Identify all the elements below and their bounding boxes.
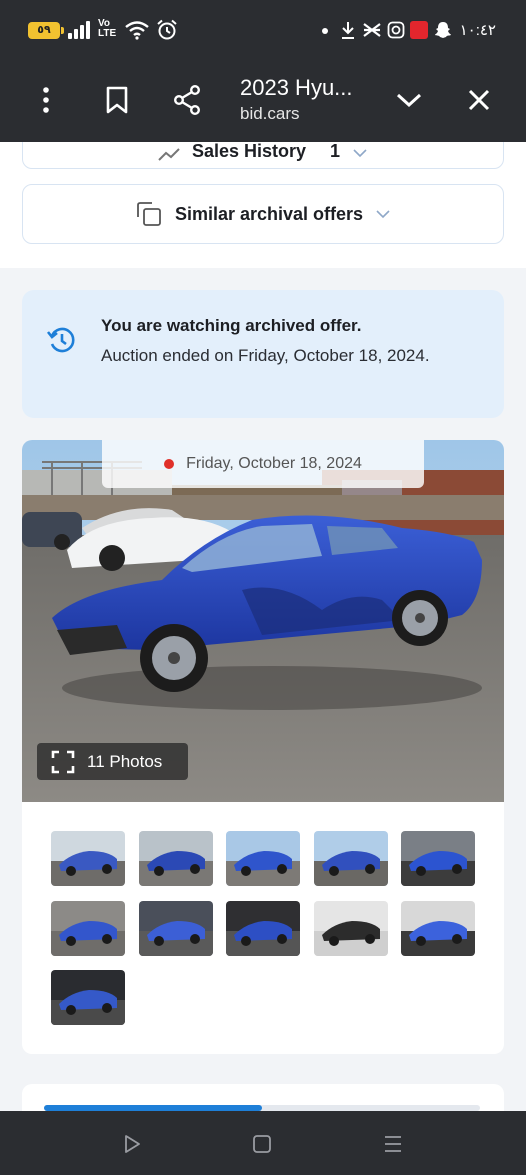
- home-icon[interactable]: [247, 1129, 277, 1159]
- bookmark-icon[interactable]: [97, 80, 137, 120]
- chart-icon: [158, 148, 180, 161]
- browser-toolbar: 2023 Hyu... bid.cars: [0, 58, 526, 142]
- car-thumbnail[interactable]: [226, 900, 300, 956]
- page-title: 2023 Hyu...: [240, 75, 353, 100]
- car-thumbnail[interactable]: [313, 831, 388, 886]
- photo-gallery: Friday, October 18, 2024 11 Photos: [22, 440, 504, 1054]
- archive-heading: You are watching archived offer.: [101, 316, 362, 335]
- sales-history-label: Sales History: [191, 142, 307, 161]
- copy-icon: [137, 202, 161, 226]
- close-icon[interactable]: [459, 80, 499, 120]
- volte-icon: Vo LTE: [98, 18, 117, 39]
- car-thumbnail[interactable]: [51, 970, 125, 1025]
- alarm-icon: [157, 19, 177, 40]
- status-dot: [164, 459, 175, 469]
- bottom-card: [22, 1084, 504, 1111]
- more-vert-icon[interactable]: [26, 80, 66, 120]
- auction-date-badge: Friday, October 18, 2024: [102, 440, 424, 488]
- chevron-down-icon[interactable]: [389, 80, 429, 120]
- share-icon[interactable]: [167, 80, 207, 120]
- battery-level: ٥٩: [37, 24, 51, 36]
- app-icon: [410, 21, 428, 39]
- main-photo[interactable]: Friday, October 18, 2024 11 Photos: [22, 440, 504, 802]
- car-thumbnail[interactable]: [138, 900, 213, 956]
- battery-icon: ٥٩: [28, 22, 64, 39]
- back-icon[interactable]: [117, 1129, 147, 1159]
- history-icon: [46, 327, 75, 353]
- chevron-down-icon: [353, 149, 367, 158]
- archive-notice: You are watching archived offer. Auction…: [22, 290, 504, 418]
- status-bar: ٥٩ Vo LTE ١٠:٤٢: [0, 0, 526, 58]
- signal-icon: [68, 21, 92, 39]
- snapchat-icon: [435, 22, 451, 38]
- car-thumbnail[interactable]: [51, 900, 125, 956]
- fullscreen-icon: [51, 750, 75, 773]
- archive-text: Auction ended on Friday, October 18, 202…: [101, 346, 430, 365]
- recents-icon[interactable]: [378, 1129, 408, 1159]
- sales-history-button[interactable]: Sales History 1: [22, 142, 504, 169]
- photos-button[interactable]: 11 Photos: [37, 743, 188, 780]
- page-url: bid.cars: [240, 104, 300, 123]
- car-thumbnail[interactable]: [51, 831, 125, 886]
- car-thumbnail[interactable]: [401, 900, 475, 956]
- download-icon: [342, 22, 354, 39]
- photos-count-label: 11 Photos: [87, 751, 163, 771]
- car-thumbnail[interactable]: [138, 831, 213, 886]
- dot-icon: [322, 28, 328, 34]
- car-thumbnail[interactable]: [313, 900, 388, 956]
- page-content: Sales History 1 Similar archival offers …: [0, 142, 526, 1111]
- clock: ١٠:٤٢: [459, 22, 496, 39]
- chevron-down-icon: [376, 210, 390, 219]
- similar-offers-button[interactable]: Similar archival offers: [22, 184, 504, 244]
- sales-history-count: 1: [330, 142, 341, 161]
- instagram-icon: [387, 21, 405, 39]
- system-nav-bar: [0, 1111, 526, 1175]
- car-thumbnail[interactable]: [226, 831, 300, 886]
- auction-date: Friday, October 18, 2024: [186, 455, 362, 472]
- car-thumbnail[interactable]: [401, 831, 475, 886]
- wifi-icon: [125, 21, 149, 40]
- similar-offers-label: Similar archival offers: [174, 203, 364, 224]
- bag-icon: [363, 23, 381, 37]
